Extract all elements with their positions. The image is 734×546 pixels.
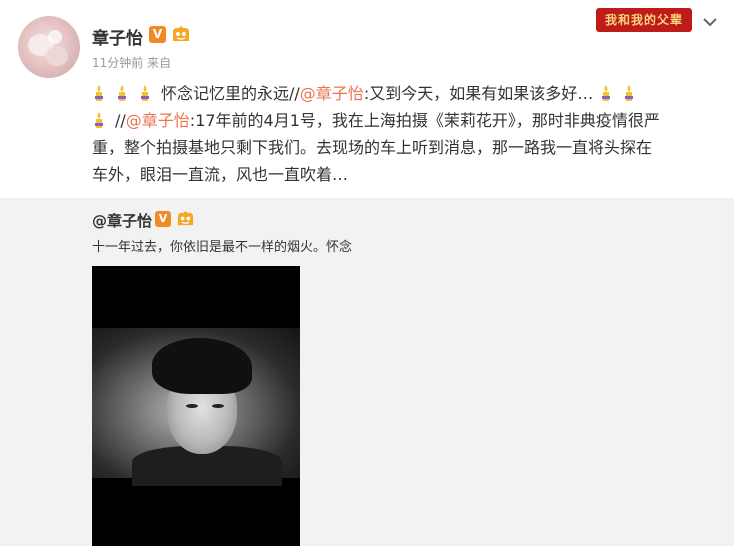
avatar[interactable] [18, 16, 80, 78]
candle-icon [118, 85, 126, 101]
fan-badge-icon[interactable] [170, 25, 192, 43]
fan-badge-icon[interactable] [175, 210, 196, 227]
post-line-1: 怀念记忆里的永远//@章子怡:又到今天，如果有如果该多好… [92, 80, 724, 107]
chevron-down-icon[interactable] [700, 12, 720, 32]
post-text-segment: // [115, 111, 126, 130]
repost-author[interactable]: @章子怡 [92, 210, 152, 231]
post-text-segment: :17年前的4月1号，我在上海拍摄《茉莉花开》，那时非典疫情很严 [189, 111, 660, 130]
post-text-segment: :又到今天，如果有如果该多好… [363, 84, 594, 103]
candle-icon [602, 85, 611, 101]
vip-badge-icon: V [149, 26, 166, 43]
mention-link[interactable]: @章子怡 [300, 84, 364, 103]
candle-icon [95, 112, 103, 128]
post-line-4: 车外，眼泪一直流，风也一直吹着… [92, 165, 349, 184]
campaign-badge[interactable]: 我和我的父辈 [596, 8, 692, 32]
repost-photo[interactable] [92, 266, 300, 546]
repost-card[interactable]: @章子怡 V 十一年过去，你依旧是最不一样的烟火。怀念 [0, 198, 734, 546]
author-name[interactable]: 章子怡 [92, 24, 143, 49]
candle-icon [625, 85, 634, 101]
mention-link[interactable]: @章子怡 [126, 111, 190, 130]
post-line-2: //@章子怡:17年前的4月1号，我在上海拍摄《茉莉花开》，那时非典疫情很严 [92, 107, 724, 134]
post-text-segment: 怀念记忆里的永远// [161, 84, 300, 103]
candle-icon [141, 85, 149, 101]
repost-text: 十一年过去，你依旧是最不一样的烟火。怀念 [92, 240, 353, 255]
post-meta: 11分钟前 来自 [92, 56, 172, 70]
post-text: 怀念记忆里的永远//@章子怡:又到今天，如果有如果该多好… //@章子怡:17年… [92, 80, 724, 188]
post-line-3: 重，整个拍摄基地只剩下我们。去现场的车上听到消息，那一路我一直将头探在 [92, 138, 653, 157]
candle-icon [95, 85, 103, 101]
vip-badge-icon: V [155, 211, 171, 227]
post-header: 章子怡 V 11分钟前 来自 我和我的父辈 [0, 0, 734, 82]
